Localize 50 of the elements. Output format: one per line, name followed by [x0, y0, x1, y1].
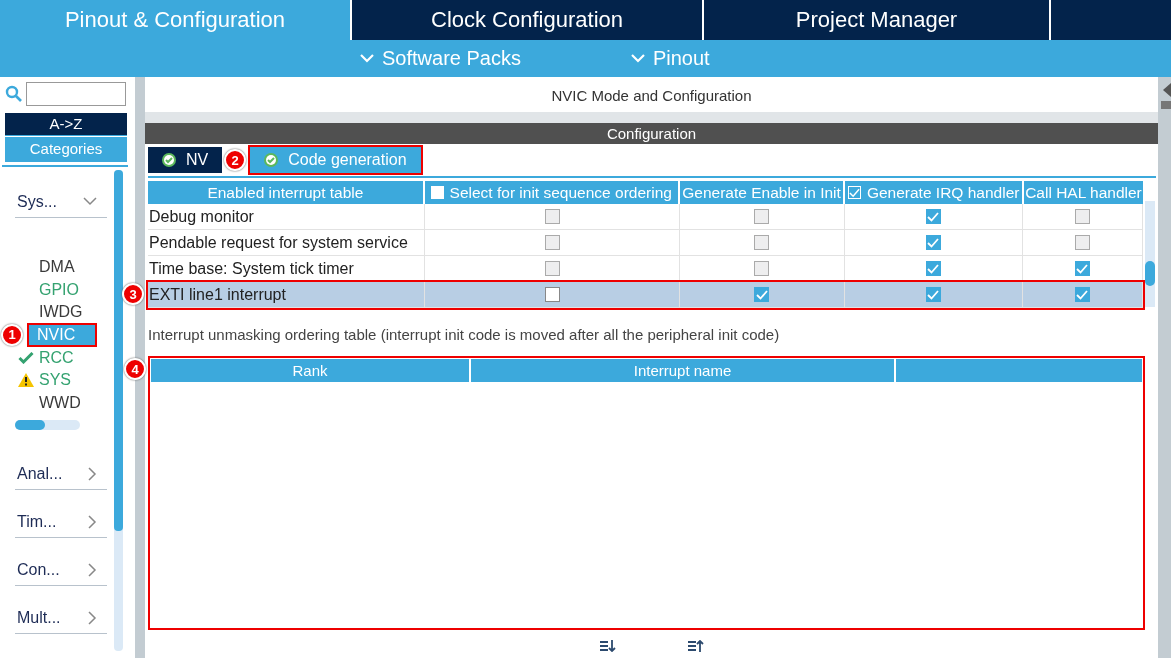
sort-button[interactable]: A->Z [5, 113, 127, 136]
chevron-right-icon [88, 466, 97, 481]
sidebar-item[interactable]: DMA [37, 257, 77, 278]
warning-icon [15, 373, 37, 388]
table-cell: Pendable request for system service [148, 230, 426, 255]
chevron-right-icon [88, 514, 97, 529]
table-caption: Interrupt unmasking ordering table (interrupt init code is moved after all the peripheral init code) [148, 326, 781, 345]
move-down-icon[interactable] [600, 640, 616, 652]
category-header[interactable]: Mult... [15, 594, 107, 635]
sidebar-item[interactable]: IWDG [37, 302, 85, 323]
table-cell: Debug monitor [148, 204, 426, 229]
checkbox[interactable] [1074, 287, 1090, 302]
callout-badge: 1 [1, 323, 23, 346]
table-cell: EXTI line1 interrupt [148, 282, 426, 307]
check-circle-icon [264, 153, 279, 167]
scroll-arrow-icon[interactable] [1161, 81, 1171, 111]
vertical-scrollbar[interactable] [114, 170, 123, 651]
checkbox[interactable] [925, 235, 941, 250]
header-checkbox[interactable] [430, 186, 444, 199]
search-field[interactable] [26, 82, 126, 106]
checkbox[interactable] [1074, 261, 1090, 276]
checkbox[interactable] [925, 287, 941, 302]
panel-title: NVIC Mode and Configuration [550, 86, 753, 106]
section-header: Configuration [145, 123, 1158, 144]
category-header[interactable]: Sys... [15, 178, 107, 218]
tab[interactable]: Project Manager [704, 0, 1049, 40]
checkbox[interactable] [754, 287, 770, 302]
horizontal-scrollbar[interactable] [15, 420, 80, 431]
sidebar-item[interactable]: WWD [37, 392, 83, 413]
chevron-down-icon [83, 197, 97, 206]
table-row[interactable]: Pendable request for system service [148, 230, 1143, 256]
category-header[interactable]: Con... [15, 546, 107, 587]
tab[interactable]: Clock Configuration [352, 0, 702, 40]
tab[interactable]: NV [148, 147, 223, 173]
table-row[interactable]: Debug monitor [148, 204, 1143, 230]
category-header[interactable]: Tim... [15, 498, 107, 539]
category-header[interactable]: Anal... [15, 450, 107, 491]
header-checkbox[interactable] [847, 186, 861, 199]
vertical-scrollbar[interactable] [1145, 201, 1155, 307]
callout-badge: 2 [224, 149, 247, 171]
move-up-icon[interactable] [688, 640, 704, 652]
checkbox[interactable] [925, 209, 941, 224]
chevron-down-icon [360, 54, 374, 63]
checkbox[interactable] [925, 261, 941, 276]
chevron-right-icon [88, 562, 97, 577]
checkbox[interactable] [544, 287, 560, 302]
search-icon [5, 85, 23, 103]
check-circle-icon [162, 153, 176, 167]
chevron-down-icon [630, 54, 645, 63]
chevron-right-icon [88, 610, 97, 625]
